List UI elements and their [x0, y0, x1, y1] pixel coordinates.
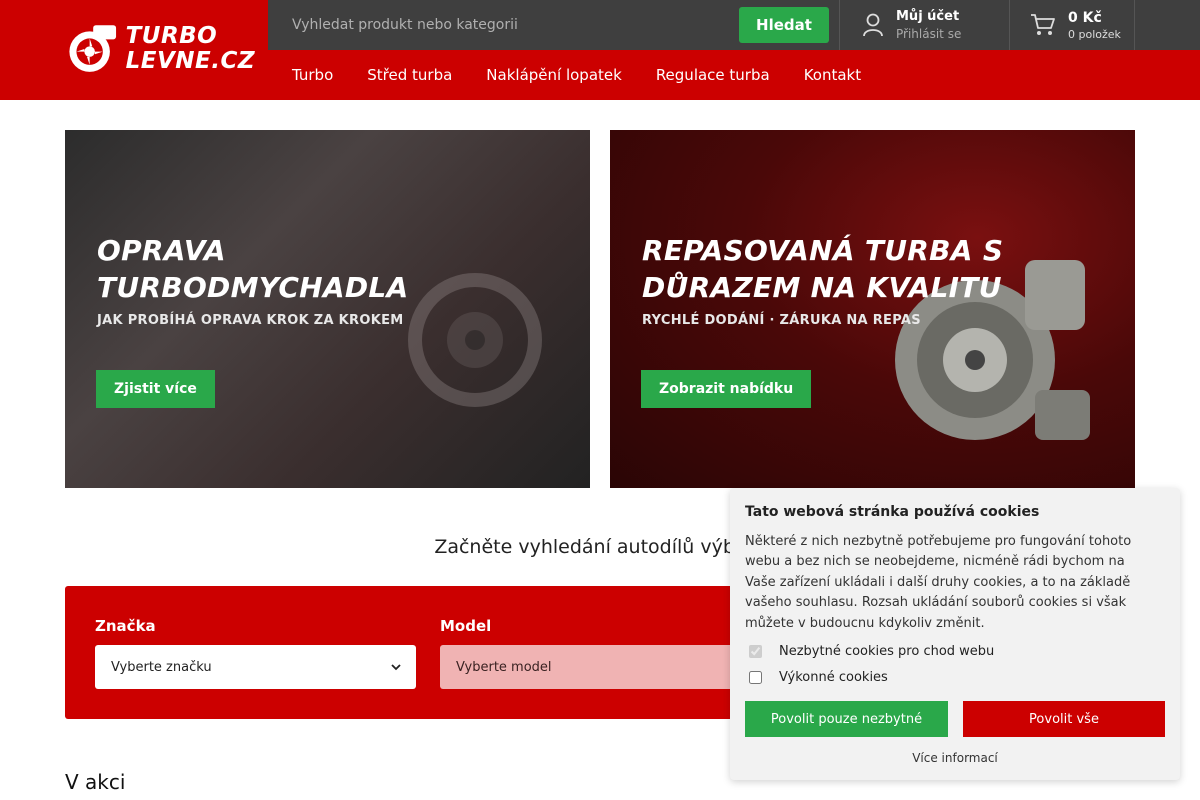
allow-necessary-button[interactable]: Povolit pouze nezbytné	[745, 701, 948, 738]
cookie-option-necessary[interactable]: Nezbytné cookies pro chod webu	[749, 644, 1165, 659]
cookie-consent-dialog: Tato webová stránka používá cookies Někt…	[730, 488, 1180, 780]
cart-total: 0 Kč	[1068, 9, 1102, 26]
banner-title-line-1: OPRAVA	[97, 234, 226, 267]
login-link[interactable]: Přihlásit se	[896, 27, 961, 41]
model-select[interactable]: Vyberte model	[440, 645, 761, 689]
sale-heading: V akci	[65, 770, 126, 794]
more-info-link[interactable]: Více informací	[745, 751, 1165, 765]
banner-title-line-1: REPASOVANÁ TURBA S	[642, 234, 1004, 267]
main-nav: Turbo Střed turba Naklápění lopatek Regu…	[292, 50, 895, 100]
logo-text: TURBO LEVNE.CZ	[126, 24, 255, 74]
nav-item-stred-turba[interactable]: Střed turba	[367, 66, 452, 84]
banner-subtitle: JAK PROBÍHÁ OPRAVA KROK ZA KROKEM	[97, 313, 404, 328]
banner-title: REPASOVANÁ TURBA S DŮRAZEM NA KVALITU	[642, 232, 1003, 306]
show-offer-button[interactable]: Zobrazit nabídku	[641, 370, 812, 408]
chevron-down-icon	[391, 664, 401, 671]
divider	[1134, 0, 1135, 50]
banner-title-line-2: TURBODMYCHADLA	[97, 271, 409, 304]
search-button[interactable]: Hledat	[739, 7, 829, 43]
nav-item-naklapeni-lopatek[interactable]: Naklápění lopatek	[486, 66, 622, 84]
cookie-option-performance[interactable]: Výkonné cookies	[749, 670, 1165, 685]
cookie-description: Některé z nich nezbytně potřebujeme pro …	[745, 534, 1132, 631]
banner-subtitle: RYCHLÉ DODÁNÍ · ZÁRUKA NA REPAS	[642, 313, 921, 328]
cookie-buttons: Povolit pouze nezbytné Povolit vše	[745, 701, 1165, 738]
necessary-cookies-checkbox[interactable]	[749, 645, 762, 659]
logo-line-2: LEVNE.CZ	[125, 48, 255, 74]
site-logo[interactable]: TURBO LEVNE.CZ	[65, 18, 255, 80]
cart-link[interactable]: 0 Kč 0 položek	[1010, 0, 1135, 50]
banner-title: OPRAVA TURBODMYCHADLA	[97, 232, 409, 306]
cookie-title: Tato webová stránka používá cookies	[745, 504, 1040, 520]
learn-more-button[interactable]: Zjistit více	[96, 370, 215, 408]
banner-repair[interactable]: OPRAVA TURBODMYCHADLA JAK PROBÍHÁ OPRAVA…	[65, 130, 590, 488]
banner-title-line-2: DŮRAZEM NA KVALITU	[642, 271, 1002, 304]
logo-line-1: TURBO	[125, 23, 218, 49]
account-title: Můj účet	[896, 9, 960, 24]
user-icon	[863, 13, 883, 37]
necessary-cookies-label: Nezbytné cookies pro chod webu	[779, 644, 995, 660]
turbo-logo-icon	[69, 25, 117, 72]
cart-icon	[1031, 14, 1055, 35]
model-label: Model	[440, 617, 492, 635]
banner-refurbished[interactable]: REPASOVANÁ TURBA S DŮRAZEM NA KVALITU RY…	[610, 130, 1135, 488]
allow-all-button[interactable]: Povolit vše	[963, 701, 1165, 738]
performance-cookies-label: Výkonné cookies	[779, 670, 888, 686]
site-header: TURBO LEVNE.CZ Hledat Můj účet Přihlásit…	[0, 0, 1200, 100]
cart-count: 0 položek	[1068, 27, 1121, 41]
account-link[interactable]: Můj účet Přihlásit se	[840, 0, 1010, 50]
brand-select[interactable]: Vyberte značku	[95, 645, 416, 689]
nav-item-turbo[interactable]: Turbo	[292, 66, 333, 84]
brand-label: Značka	[95, 617, 156, 635]
nav-item-regulace-turba[interactable]: Regulace turba	[656, 66, 770, 84]
model-select-value: Vyberte model	[456, 659, 552, 675]
brand-select-value: Vyberte značku	[111, 659, 212, 675]
nav-item-kontakt[interactable]: Kontakt	[804, 66, 861, 84]
performance-cookies-checkbox[interactable]	[749, 671, 762, 685]
turbo-parts-image	[408, 273, 542, 407]
